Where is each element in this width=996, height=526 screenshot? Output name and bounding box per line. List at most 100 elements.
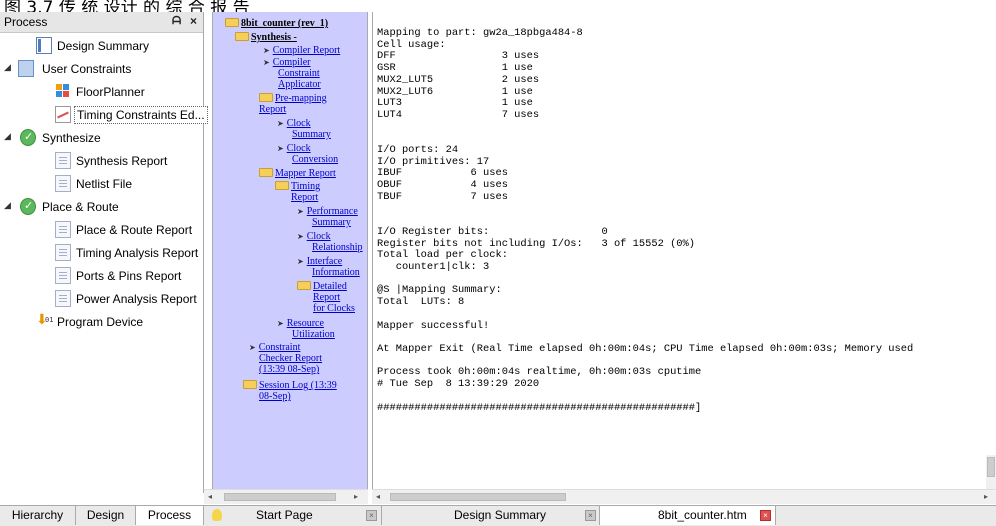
process-item-label: Place & Route [42,200,119,214]
arrow-icon: ➤ [297,257,304,266]
tree-mapper-report[interactable]: Mapper Report [259,168,336,179]
arrow-icon: ➤ [277,319,284,328]
tree-synthesis[interactable]: Synthesis - [235,32,297,43]
process-item-program-device[interactable]: Program Device [36,312,202,332]
process-panel-header: Process ᗩ × [0,12,203,33]
process-item-floorplanner[interactable]: FloorPlanner [55,82,202,102]
scroll-right-icon[interactable]: ▸ [354,490,358,504]
process-item-place-route-report[interactable]: Place & Route Report [55,220,202,240]
tab-design-summary[interactable]: Design Summary × [382,506,600,525]
tree-compiler-constraint-applicator[interactable]: ➤ Compiler Constraint Applicator [263,57,321,90]
tree-clock-relationship[interactable]: ➤ Clock Relationship [297,231,363,253]
process-item-label: Power Analysis Report [76,292,197,306]
tree-timing-report[interactable]: Timing Report [275,181,320,203]
doc-icon [55,290,71,307]
tab-process[interactable]: Process [136,506,204,525]
expand-arrow-icon[interactable]: ◢ [4,200,11,211]
doc-icon [55,267,71,284]
process-item-place-route[interactable]: ◢ Place & Route [4,197,202,217]
program-device-icon [36,312,53,330]
tree-performance-summary[interactable]: ➤ Performance Summary [297,206,358,228]
scroll-thumb[interactable] [390,493,566,501]
process-item-netlist-file[interactable]: Netlist File [55,174,202,194]
tree-clock-conversion[interactable]: ➤ Clock Conversion [277,143,338,165]
scroll-thumb[interactable] [987,457,995,477]
summary-icon [36,37,52,54]
process-item-power-analysis-report[interactable]: Power Analysis Report [55,289,202,309]
process-item-synthesize[interactable]: ◢ Synthesize [4,128,202,148]
tree-clock-summary[interactable]: ➤ Clock Summary [277,118,331,140]
doc-icon [55,221,71,238]
process-panel: Process ᗩ × Design Summary ◢ User Constr… [0,12,208,493]
doc-icon [55,244,71,261]
folder-icon [259,168,273,177]
arrow-icon: ➤ [277,144,284,153]
report-tree-hscrollbar[interactable]: ◂ ▸ [204,489,368,504]
console-text: Mapping to part: gw2a_18pbga484-8 Cell u… [377,27,914,414]
tab-design[interactable]: Design [76,506,136,525]
scroll-thumb[interactable] [224,493,336,501]
folder-icon [275,181,289,190]
pin-icon[interactable]: ᗩ [172,15,181,28]
folder-icon [235,32,249,41]
tab-hierarchy[interactable]: Hierarchy [0,506,76,525]
process-item-user-constraints[interactable]: ◢ User Constraints [4,59,202,79]
scroll-left-icon[interactable]: ◂ [376,490,380,504]
tree-constraint-checker-report[interactable]: ➤ Constraint Checker Report (13:39 08-Sep… [249,342,322,375]
expand-arrow-icon[interactable]: ◢ [4,62,11,73]
doc-icon [55,152,71,169]
timing-icon [55,106,71,123]
tab-8bit-counter-htm[interactable]: 8bit_counter.htm × [600,506,776,525]
report-tree-panel: 8bit_counter (rev_1) Synthesis - ➤ Compil… [212,12,368,493]
tree-compiler-report[interactable]: ➤ Compiler Report [263,45,340,56]
close-icon[interactable]: × [585,510,596,521]
arrow-icon: ➤ [263,58,270,67]
arrow-icon: ➤ [263,46,270,55]
tree-resource-utilization[interactable]: ➤ Resource Utilization [277,318,335,340]
constraints-icon [18,60,34,77]
doc-icon [55,175,71,192]
folder-icon [297,281,311,290]
process-item-label: Netlist File [76,177,133,191]
document-tabs: Start Page × Design Summary × 8bit_count… [204,505,996,526]
tree-session-log[interactable]: Session Log (13:39 08-Sep) [243,380,337,402]
process-panel-title: Process [4,15,48,29]
expand-arrow-icon[interactable]: ◢ [4,131,11,142]
console-vscrollbar[interactable] [986,455,996,489]
tree-interface-information[interactable]: ➤ Interface Information [297,256,360,278]
process-item-synthesis-report[interactable]: Synthesis Report [55,151,202,171]
tab-start-page[interactable]: Start Page × [204,506,382,525]
check-icon [20,129,36,146]
console-hscrollbar[interactable]: ◂ ▸ [372,489,996,504]
scroll-left-icon[interactable]: ◂ [208,490,212,504]
close-icon[interactable]: × [760,510,771,521]
lightbulb-icon [212,509,222,521]
process-item-label: Program Device [57,315,144,329]
process-item-ports-pins-report[interactable]: Ports & Pins Report [55,266,202,286]
process-item-label: Design Summary [57,39,150,53]
process-item-timing-analysis-report[interactable]: Timing Analysis Report [55,243,202,263]
tree-pre-mapping-report[interactable]: Pre-mapping Report [259,93,327,115]
tree-root[interactable]: 8bit_counter (rev_1) [225,18,328,29]
process-item-label: Ports & Pins Report [76,269,182,283]
folder-icon [243,380,257,389]
arrow-icon: ➤ [297,232,304,241]
page-icon [608,509,618,521]
process-item-label: User Constraints [42,62,132,76]
top-cropped-caption: 图 3.7 传 统 设计 的 综 合 报 告 [0,0,996,12]
check-icon [20,198,36,215]
tree-detailed-report-for-clocks[interactable]: Detailed Report for Clocks [297,281,355,314]
close-icon[interactable]: × [190,14,197,28]
arrow-icon: ➤ [249,343,256,352]
process-item-design-summary[interactable]: Design Summary [36,36,202,56]
close-icon[interactable]: × [366,510,377,521]
scroll-right-icon[interactable]: ▸ [984,490,988,504]
process-item-label: Synthesis Report [76,154,168,168]
process-item-label: Timing Analysis Report [76,246,199,260]
floorplanner-icon [55,83,71,100]
folder-icon [259,93,273,102]
process-item-timing-constraints-editor[interactable]: Timing Constraints Ed... [55,105,208,125]
process-item-label: Timing Constraints Ed... [74,106,208,124]
left-panel-tabs: Hierarchy Design Process [0,505,204,526]
process-item-label: Synthesize [42,131,101,145]
